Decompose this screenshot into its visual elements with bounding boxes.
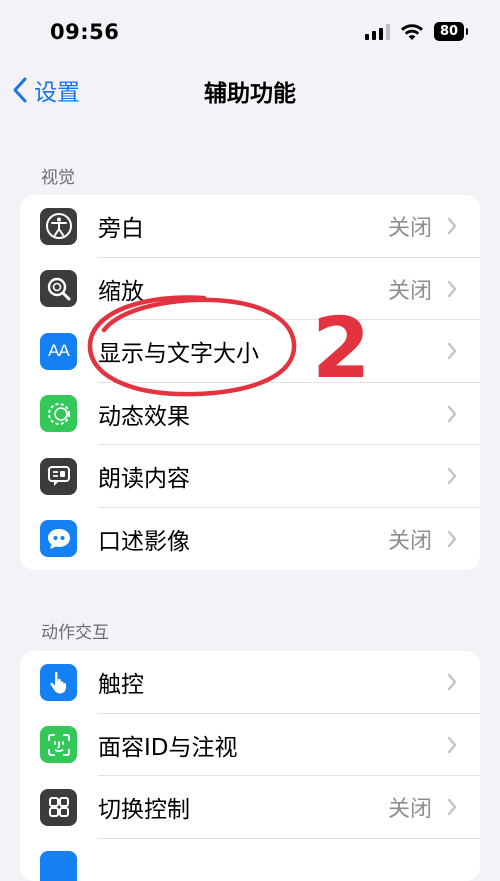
- wifi-icon: [400, 23, 424, 41]
- row-label: 切换控制: [98, 790, 190, 824]
- page-title: 辅助功能: [0, 74, 500, 108]
- row-partial-next[interactable]: [20, 839, 480, 881]
- motion-icon: [40, 395, 77, 432]
- row-audio-descriptions[interactable]: 口述影像 关闭: [20, 508, 480, 571]
- status-indicators: 80: [365, 22, 464, 41]
- row-value: 关闭: [388, 210, 432, 242]
- status-time: 09:56: [50, 20, 119, 44]
- row-face-id-attention[interactable]: 面容ID与注视: [20, 714, 480, 777]
- battery-icon: 80: [434, 22, 464, 41]
- chevron-right-icon: [446, 404, 458, 424]
- annotation-number: 2: [312, 306, 370, 390]
- audio-description-icon: [40, 520, 77, 557]
- chevron-right-icon: [446, 279, 458, 299]
- row-switch-control[interactable]: 切换控制 关闭: [20, 776, 480, 839]
- row-label: 朗读内容: [98, 459, 190, 493]
- row-voiceover[interactable]: 旁白 关闭: [20, 195, 480, 258]
- chevron-right-icon: [446, 466, 458, 486]
- row-value: 关闭: [388, 523, 432, 555]
- chevron-right-icon: [446, 529, 458, 549]
- row-spoken-content[interactable]: 朗读内容: [20, 445, 480, 508]
- row-value: 关闭: [388, 791, 432, 823]
- status-bar: 09:56 80: [0, 0, 500, 62]
- row-label: 旁白: [98, 209, 144, 243]
- settings-group-physical-motor: 触控 面容ID与注视 切换控制 关闭: [20, 651, 480, 881]
- chevron-right-icon: [446, 216, 458, 236]
- section-header-vision: 视觉: [41, 163, 75, 188]
- navigation-bar: 设置 辅助功能: [0, 62, 500, 116]
- chevron-right-icon: [446, 797, 458, 817]
- section-header-physical-motor: 动作交互: [41, 618, 109, 643]
- annotation-circle: [84, 290, 300, 402]
- text-size-icon: AA: [40, 333, 77, 370]
- face-id-icon: [40, 726, 77, 763]
- row-touch[interactable]: 触控: [20, 651, 480, 714]
- switch-control-icon: [40, 789, 77, 826]
- touch-icon: [40, 664, 77, 701]
- chevron-right-icon: [446, 672, 458, 692]
- row-value: 关闭: [388, 273, 432, 305]
- text-size-icon-glyph: AA: [48, 341, 69, 361]
- row-label: 面容ID与注视: [98, 728, 238, 762]
- cellular-signal-icon: [365, 24, 390, 40]
- chevron-right-icon: [446, 341, 458, 361]
- row-label: 口述影像: [98, 522, 190, 556]
- voiceover-icon: [40, 208, 77, 245]
- chevron-right-icon: [446, 735, 458, 755]
- zoom-icon: [40, 270, 77, 307]
- partial-row-icon: [40, 851, 77, 881]
- row-label: 触控: [98, 665, 144, 699]
- spoken-content-icon: [40, 458, 77, 495]
